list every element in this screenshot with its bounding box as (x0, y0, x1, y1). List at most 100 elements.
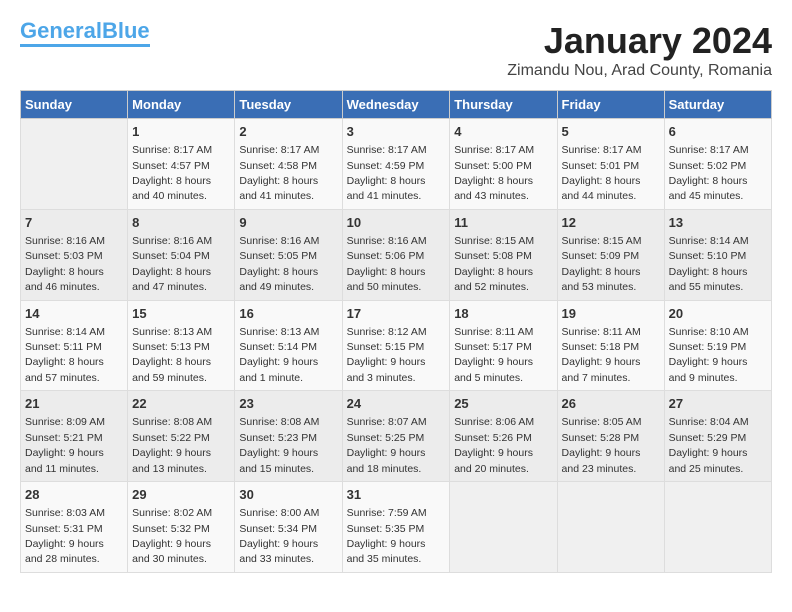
daylight-text: Daylight: 9 hours and 15 minutes. (239, 447, 318, 474)
sunrise-text: Sunrise: 8:16 AM (239, 235, 319, 247)
daylight-text: Daylight: 8 hours and 45 minutes. (669, 175, 748, 202)
header-saturday: Saturday (664, 91, 771, 119)
day-number: 21 (25, 395, 123, 413)
day-number: 8 (132, 214, 230, 232)
daylight-text: Daylight: 8 hours and 53 minutes. (562, 266, 641, 293)
sunrise-text: Sunrise: 8:11 AM (454, 326, 533, 338)
calendar-table: Sunday Monday Tuesday Wednesday Thursday… (20, 90, 772, 573)
table-row: 10 Sunrise: 8:16 AM Sunset: 5:06 PM Dayl… (342, 209, 450, 300)
sunset-text: Sunset: 5:25 PM (347, 432, 425, 444)
day-number: 10 (347, 214, 446, 232)
table-row: 8 Sunrise: 8:16 AM Sunset: 5:04 PM Dayli… (128, 209, 235, 300)
table-row: 6 Sunrise: 8:17 AM Sunset: 5:02 PM Dayli… (664, 119, 771, 210)
daylight-text: Daylight: 8 hours and 41 minutes. (239, 175, 318, 202)
day-number: 6 (669, 123, 767, 141)
sunrise-text: Sunrise: 8:17 AM (669, 144, 749, 156)
daylight-text: Daylight: 9 hours and 33 minutes. (239, 538, 318, 565)
sunset-text: Sunset: 5:11 PM (25, 341, 102, 353)
header-thursday: Thursday (450, 91, 557, 119)
title-area: January 2024 Zimandu Nou, Arad County, R… (507, 20, 772, 80)
sunrise-text: Sunrise: 8:13 AM (239, 326, 319, 338)
sunset-text: Sunset: 5:29 PM (669, 432, 747, 444)
daylight-text: Daylight: 8 hours and 59 minutes. (132, 356, 211, 383)
sunset-text: Sunset: 5:32 PM (132, 523, 210, 535)
daylight-text: Daylight: 8 hours and 40 minutes. (132, 175, 211, 202)
sunrise-text: Sunrise: 8:14 AM (669, 235, 749, 247)
sunrise-text: Sunrise: 8:17 AM (347, 144, 427, 156)
page-header: GeneralBlue January 2024 Zimandu Nou, Ar… (20, 20, 772, 80)
table-row: 4 Sunrise: 8:17 AM Sunset: 5:00 PM Dayli… (450, 119, 557, 210)
day-number: 28 (25, 486, 123, 504)
calendar-week-row: 21 Sunrise: 8:09 AM Sunset: 5:21 PM Dayl… (21, 391, 772, 482)
sunset-text: Sunset: 4:58 PM (239, 160, 317, 172)
sunset-text: Sunset: 5:28 PM (562, 432, 640, 444)
sunset-text: Sunset: 5:23 PM (239, 432, 317, 444)
day-number: 18 (454, 305, 552, 323)
sunset-text: Sunset: 5:04 PM (132, 250, 210, 262)
sunrise-text: Sunrise: 8:15 AM (562, 235, 642, 247)
table-row: 1 Sunrise: 8:17 AM Sunset: 4:57 PM Dayli… (128, 119, 235, 210)
sunrise-text: Sunrise: 8:05 AM (562, 416, 642, 428)
table-row: 11 Sunrise: 8:15 AM Sunset: 5:08 PM Dayl… (450, 209, 557, 300)
sunset-text: Sunset: 5:18 PM (562, 341, 640, 353)
logo-text: GeneralBlue (20, 20, 150, 42)
daylight-text: Daylight: 8 hours and 57 minutes. (25, 356, 104, 383)
daylight-text: Daylight: 9 hours and 9 minutes. (669, 356, 748, 383)
daylight-text: Daylight: 8 hours and 43 minutes. (454, 175, 533, 202)
sunrise-text: Sunrise: 8:09 AM (25, 416, 105, 428)
sunrise-text: Sunrise: 8:15 AM (454, 235, 534, 247)
sunset-text: Sunset: 5:34 PM (239, 523, 317, 535)
sunrise-text: Sunrise: 8:17 AM (132, 144, 212, 156)
logo-underline (20, 44, 150, 47)
sunrise-text: Sunrise: 8:16 AM (132, 235, 212, 247)
table-row (21, 119, 128, 210)
day-number: 15 (132, 305, 230, 323)
day-number: 2 (239, 123, 337, 141)
daylight-text: Daylight: 8 hours and 49 minutes. (239, 266, 318, 293)
day-number: 26 (562, 395, 660, 413)
logo: GeneralBlue (20, 20, 150, 47)
sunset-text: Sunset: 5:31 PM (25, 523, 103, 535)
table-row: 29 Sunrise: 8:02 AM Sunset: 5:32 PM Dayl… (128, 482, 235, 573)
day-number: 16 (239, 305, 337, 323)
daylight-text: Daylight: 9 hours and 1 minute. (239, 356, 318, 383)
day-number: 22 (132, 395, 230, 413)
calendar-week-row: 7 Sunrise: 8:16 AM Sunset: 5:03 PM Dayli… (21, 209, 772, 300)
sunset-text: Sunset: 5:00 PM (454, 160, 532, 172)
sunrise-text: Sunrise: 8:08 AM (239, 416, 319, 428)
table-row: 9 Sunrise: 8:16 AM Sunset: 5:05 PM Dayli… (235, 209, 342, 300)
daylight-text: Daylight: 9 hours and 13 minutes. (132, 447, 211, 474)
day-number: 17 (347, 305, 446, 323)
daylight-text: Daylight: 8 hours and 52 minutes. (454, 266, 533, 293)
sunset-text: Sunset: 5:22 PM (132, 432, 210, 444)
sunset-text: Sunset: 5:15 PM (347, 341, 425, 353)
table-row: 30 Sunrise: 8:00 AM Sunset: 5:34 PM Dayl… (235, 482, 342, 573)
day-number: 9 (239, 214, 337, 232)
sunset-text: Sunset: 5:08 PM (454, 250, 532, 262)
day-number: 11 (454, 214, 552, 232)
logo-part2: Blue (102, 18, 150, 43)
table-row: 17 Sunrise: 8:12 AM Sunset: 5:15 PM Dayl… (342, 300, 450, 391)
day-number: 19 (562, 305, 660, 323)
sunrise-text: Sunrise: 8:12 AM (347, 326, 427, 338)
table-row: 18 Sunrise: 8:11 AM Sunset: 5:17 PM Dayl… (450, 300, 557, 391)
table-row: 19 Sunrise: 8:11 AM Sunset: 5:18 PM Dayl… (557, 300, 664, 391)
table-row: 7 Sunrise: 8:16 AM Sunset: 5:03 PM Dayli… (21, 209, 128, 300)
table-row (664, 482, 771, 573)
sunrise-text: Sunrise: 8:16 AM (347, 235, 427, 247)
calendar-header-row: Sunday Monday Tuesday Wednesday Thursday… (21, 91, 772, 119)
table-row (557, 482, 664, 573)
sunset-text: Sunset: 4:57 PM (132, 160, 210, 172)
day-number: 23 (239, 395, 337, 413)
day-number: 1 (132, 123, 230, 141)
sunrise-text: Sunrise: 8:17 AM (239, 144, 319, 156)
sunrise-text: Sunrise: 8:08 AM (132, 416, 212, 428)
daylight-text: Daylight: 8 hours and 47 minutes. (132, 266, 211, 293)
table-row: 27 Sunrise: 8:04 AM Sunset: 5:29 PM Dayl… (664, 391, 771, 482)
header-wednesday: Wednesday (342, 91, 450, 119)
sunset-text: Sunset: 5:10 PM (669, 250, 747, 262)
daylight-text: Daylight: 9 hours and 28 minutes. (25, 538, 104, 565)
sunrise-text: Sunrise: 8:02 AM (132, 507, 212, 519)
sunset-text: Sunset: 5:02 PM (669, 160, 747, 172)
table-row (450, 482, 557, 573)
